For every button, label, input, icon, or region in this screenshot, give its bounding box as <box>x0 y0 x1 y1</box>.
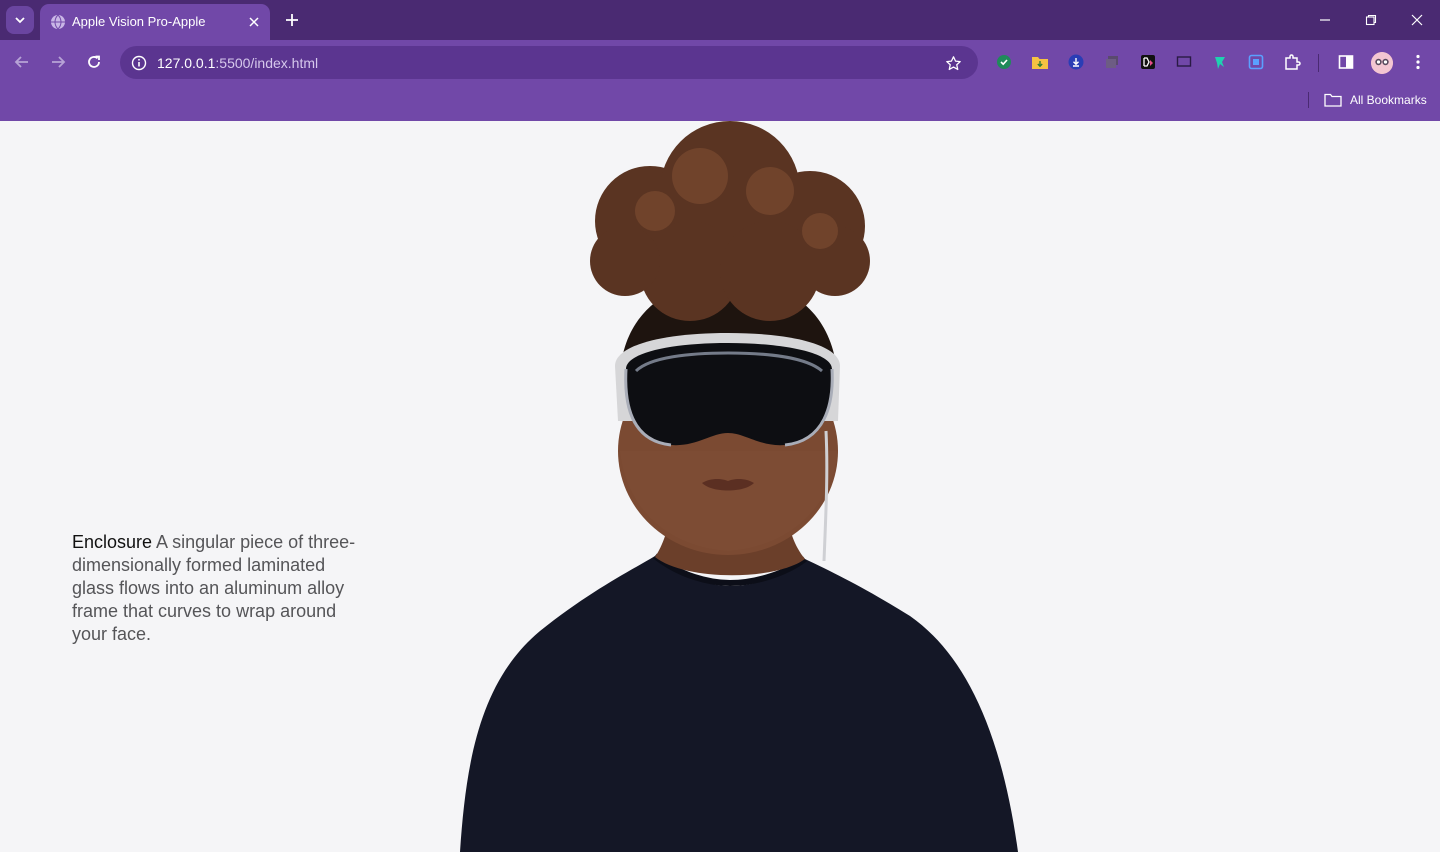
plus-icon <box>286 14 298 26</box>
minimize-icon <box>1320 19 1330 21</box>
close-icon <box>1411 14 1423 26</box>
media-icon <box>1141 55 1155 69</box>
bookmarks-divider <box>1308 92 1309 108</box>
avatar-icon <box>1371 52 1393 74</box>
arrow-right-icon <box>52 56 66 68</box>
screen-icon <box>1176 56 1192 67</box>
bookmark-star-button[interactable] <box>942 52 964 74</box>
screenshot-icon <box>1248 54 1264 70</box>
info-icon <box>131 55 147 71</box>
restore-icon <box>1365 14 1377 26</box>
hero-image <box>460 121 1018 852</box>
reload-button[interactable] <box>79 47 109 77</box>
url-text[interactable]: 127.0.0.1:5500/index.html <box>157 55 318 71</box>
download-icon <box>1068 54 1084 70</box>
restore-button[interactable] <box>1353 6 1389 34</box>
back-button[interactable] <box>7 47 37 77</box>
extension-screenshot[interactable] <box>1246 52 1266 72</box>
chevron-down-icon <box>15 17 25 24</box>
pin-icon <box>1215 57 1225 69</box>
folder-icon <box>1324 93 1342 107</box>
site-info-button[interactable] <box>128 52 150 74</box>
tab-close-button[interactable] <box>244 12 264 32</box>
globe-icon <box>51 14 65 30</box>
tab-strip: Apple Vision Pro-Apple <box>0 0 1440 40</box>
more-vertical-icon <box>1416 54 1420 70</box>
new-tab-button[interactable] <box>280 8 304 32</box>
tab-search-button[interactable] <box>6 6 34 34</box>
side-panel-button[interactable] <box>1336 52 1356 72</box>
window-close-button[interactable] <box>1399 6 1435 34</box>
address-bar[interactable]: 127.0.0.1:5500/index.html <box>120 46 978 79</box>
folder-download-icon <box>1032 57 1048 69</box>
shield-check-icon <box>997 55 1011 69</box>
extension-tabs[interactable] <box>1102 52 1122 72</box>
profile-avatar[interactable] <box>1371 52 1393 74</box>
tabs-icon <box>1106 56 1118 68</box>
extension-folder[interactable] <box>1030 52 1050 72</box>
menu-button[interactable] <box>1408 52 1428 72</box>
all-bookmarks-button[interactable]: All Bookmarks <box>1324 90 1427 110</box>
url-path: :5500/index.html <box>215 55 319 71</box>
browser-toolbar: 127.0.0.1:5500/index.html <box>0 40 1440 84</box>
url-host: 127.0.0.1 <box>157 55 216 71</box>
extension-pin[interactable] <box>1210 52 1230 72</box>
forward-button[interactable] <box>43 47 73 77</box>
extensions-button[interactable] <box>1282 52 1302 72</box>
feature-name: Enclosure <box>72 532 153 552</box>
extension-shield[interactable] <box>994 52 1014 72</box>
close-icon <box>249 17 259 27</box>
bookmarks-bar: All Bookmarks <box>0 84 1440 121</box>
minimize-button[interactable] <box>1307 6 1343 34</box>
extension-media[interactable] <box>1138 52 1158 72</box>
tab-title: Apple Vision Pro-Apple <box>72 14 206 29</box>
extension-download[interactable] <box>1066 52 1086 72</box>
all-bookmarks-label: All Bookmarks <box>1350 93 1427 107</box>
extension-screen[interactable] <box>1174 52 1194 72</box>
arrow-left-icon <box>14 56 28 68</box>
browser-tab[interactable]: Apple Vision Pro-Apple <box>40 4 270 40</box>
toolbar-divider <box>1318 54 1319 72</box>
side-panel-icon <box>1338 55 1354 69</box>
puzzle-icon <box>1285 54 1301 70</box>
feature-description: Enclosure A singular piece of three-dime… <box>72 531 372 646</box>
page-content: Enclosure A singular piece of three-dime… <box>0 121 1440 852</box>
reload-icon <box>88 55 100 68</box>
star-icon <box>945 55 961 70</box>
